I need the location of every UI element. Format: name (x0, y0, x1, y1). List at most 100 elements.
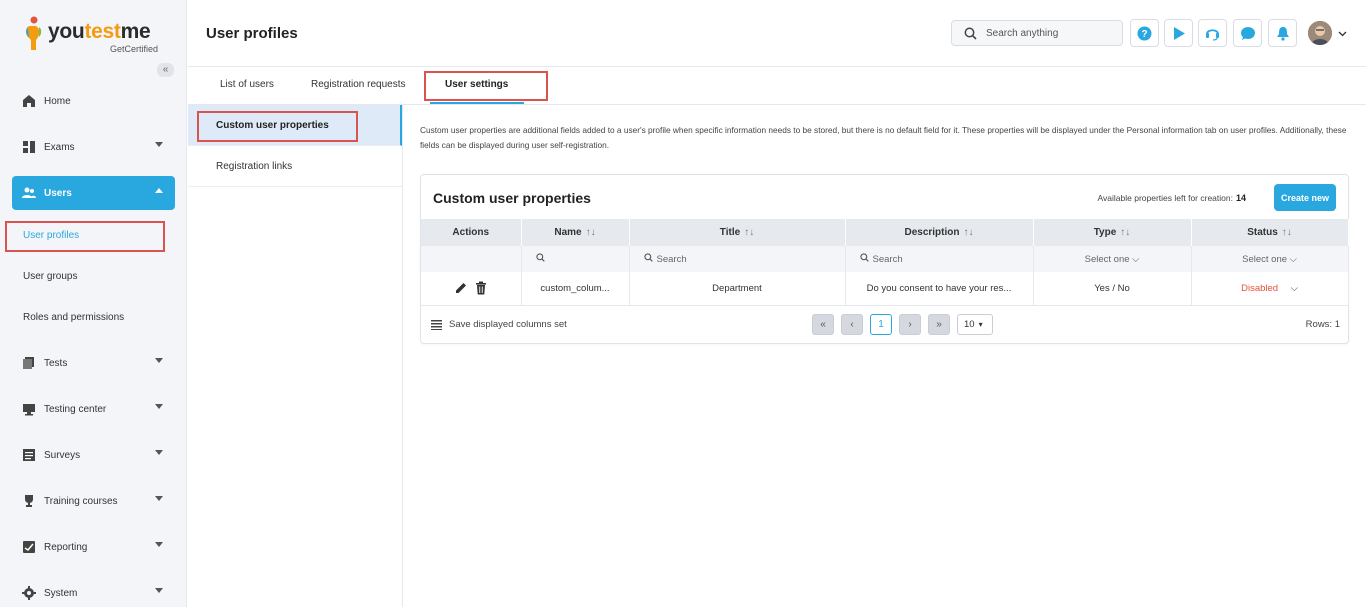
sidebar-item-training-courses[interactable]: Training courses (12, 484, 175, 518)
logo-text: youtestme (48, 20, 151, 44)
trash-icon[interactable] (475, 281, 487, 295)
chevron-down-icon (155, 496, 163, 501)
sidebar-item-label: Surveys (44, 449, 81, 461)
sort-icon[interactable]: ↑↓ (744, 227, 754, 238)
sidebar-subitem-roles-permissions[interactable]: Roles and permissions (12, 306, 162, 328)
sidebar-item-label: Tests (44, 357, 68, 369)
table-header-row: Actions Name ↑↓ Title ↑↓ Description ↑↓ Typ… (421, 219, 1349, 246)
search-icon (643, 253, 653, 262)
sidebar-subitem-user-profiles[interactable]: User profiles (12, 224, 162, 246)
sidebar-subitem-user-groups[interactable]: User groups (12, 265, 162, 287)
search-icon (859, 253, 869, 262)
sort-icon[interactable]: ↑↓ (964, 227, 974, 238)
chevron-down-icon (155, 450, 163, 455)
sidebar-item-users[interactable]: Users (12, 176, 175, 210)
cell-description: Do you consent to have your res... (845, 272, 1034, 306)
rows-count: Rows: 1 (1305, 319, 1340, 330)
global-search-input[interactable]: Search anything (951, 20, 1123, 46)
tabs-bar: List of users Registration requests User… (188, 67, 1366, 105)
logo-text-test: test (84, 20, 121, 43)
first-page-button[interactable]: « (812, 314, 834, 335)
sidebar-item-tests[interactable]: Tests (12, 346, 175, 380)
logo-tagline: GetCertified (110, 44, 159, 54)
play-tutorial-button[interactable] (1164, 19, 1193, 47)
tab-list-of-users[interactable]: List of users (220, 79, 274, 90)
next-page-button[interactable]: › (899, 314, 921, 335)
search-icon (964, 27, 977, 40)
sidebar-item-testing-center[interactable]: Testing center (12, 392, 175, 426)
subnav-custom-user-properties[interactable]: Custom user properties (188, 105, 402, 146)
sidebar-item-label: Training courses (44, 495, 118, 507)
double-chevron-left-icon: « (820, 319, 826, 330)
sidebar-item-label: Users (44, 187, 72, 199)
sidebar-item-reporting[interactable]: Reporting (12, 530, 175, 564)
page-size-select[interactable]: 10 ▾ (957, 314, 993, 335)
filter-type-select[interactable]: Select one ⌵ (1033, 246, 1192, 272)
filter-status-select[interactable]: Select one ⌵ (1191, 246, 1349, 272)
sidebar-item-system[interactable]: System (12, 576, 175, 607)
play-icon (1173, 26, 1185, 40)
filter-title-input[interactable]: Search (629, 246, 846, 272)
search-placeholder: Search anything (986, 27, 1059, 39)
filter-select-value: Select one (1084, 253, 1130, 265)
column-label: Description (904, 227, 960, 238)
tab-user-settings[interactable]: User settings (445, 79, 508, 90)
user-avatar[interactable] (1308, 21, 1332, 45)
support-button[interactable] (1198, 19, 1227, 47)
column-label: Name (554, 227, 582, 238)
column-label: Type (1093, 227, 1117, 238)
chevron-down-icon[interactable] (1338, 29, 1347, 39)
chevron-down-icon (155, 588, 163, 593)
column-header-name[interactable]: Name ↑↓ (521, 219, 630, 246)
cell-name: custom_colum... (521, 272, 630, 306)
sidebar-item-surveys[interactable]: Surveys (12, 438, 175, 472)
tests-icon (23, 357, 34, 369)
gear-icon (22, 586, 36, 600)
tab-registration-requests[interactable]: Registration requests (311, 79, 406, 90)
status-dropdown[interactable]: Disabled ⌵ (1191, 272, 1349, 306)
chevron-up-icon (155, 188, 163, 193)
sort-icon[interactable]: ↑↓ (586, 227, 596, 238)
collapse-sidebar-button[interactable]: « (157, 63, 174, 77)
sort-icon[interactable]: ↑↓ (1120, 227, 1130, 238)
filter-placeholder: Search (656, 254, 687, 265)
column-header-title[interactable]: Title ↑↓ (629, 219, 846, 246)
cell-title: Department (629, 272, 846, 306)
sidebar-item-label: Exams (44, 141, 75, 153)
subnav-registration-links[interactable]: Registration links (188, 146, 402, 187)
chevron-left-icon: ‹ (850, 319, 854, 330)
chevron-down-icon (155, 404, 163, 409)
notifications-button[interactable] (1268, 19, 1297, 47)
sidebar-item-exams[interactable]: Exams (12, 130, 175, 164)
bell-icon (1276, 26, 1289, 41)
sidebar-item-label: System (44, 587, 78, 599)
last-page-button[interactable]: » (928, 314, 950, 335)
surveys-icon (23, 449, 35, 461)
sort-icon[interactable]: ↑↓ (1282, 227, 1292, 238)
create-new-button[interactable]: Create new (1274, 184, 1336, 211)
table-footer: Save displayed columns set « ‹ 1 › » 10 ▾… (421, 305, 1348, 343)
edit-icon[interactable] (454, 281, 468, 295)
page-button-current[interactable]: 1 (870, 314, 892, 335)
logo[interactable]: youtestme GetCertified (24, 16, 164, 56)
prev-page-button[interactable]: ‹ (841, 314, 863, 335)
column-header-description[interactable]: Description ↑↓ (845, 219, 1034, 246)
save-columns-button[interactable]: Save displayed columns set (431, 319, 567, 330)
card-title: Custom user properties (433, 190, 591, 206)
logo-text-you: you (48, 20, 85, 43)
column-header-type[interactable]: Type ↑↓ (1033, 219, 1192, 246)
column-header-status[interactable]: Status ↑↓ (1191, 219, 1349, 246)
sidebar-item-label: Reporting (44, 541, 88, 553)
filter-name-input[interactable] (521, 246, 630, 272)
page-size-value: 10 (964, 319, 975, 330)
help-button[interactable]: ? (1130, 19, 1159, 47)
available-count: 14 (1235, 193, 1246, 203)
chat-button[interactable] (1233, 19, 1262, 47)
column-label: Status (1247, 227, 1278, 238)
chevron-down-icon: ⌵ (1289, 253, 1297, 265)
sidebar-item-home[interactable]: Home (12, 84, 175, 118)
row-actions (421, 272, 522, 306)
question-icon: ? (1137, 26, 1152, 40)
table-row: custom_colum... Department Do you consen… (421, 272, 1349, 306)
filter-description-input[interactable]: Search (845, 246, 1034, 272)
